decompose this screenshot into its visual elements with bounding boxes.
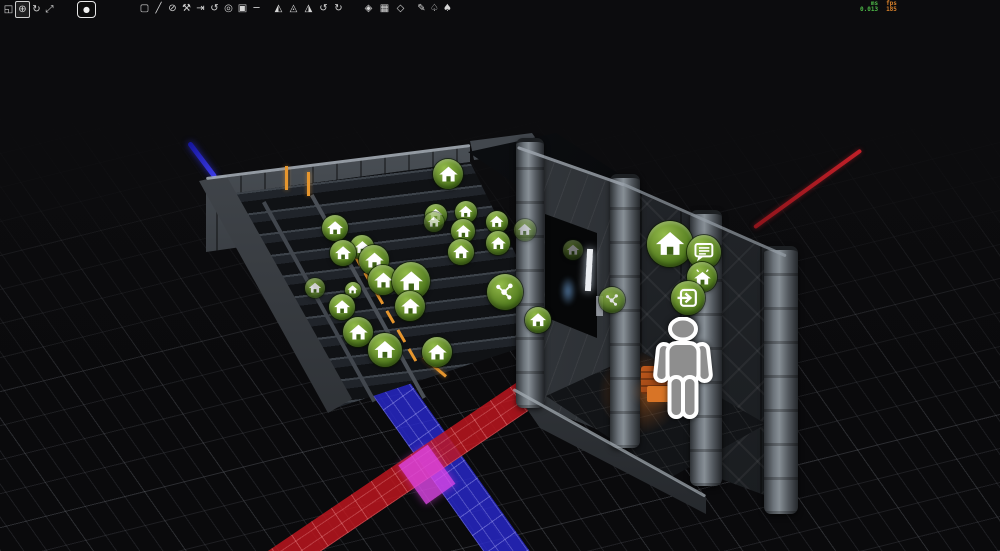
repair-tool-button[interactable]: ⚒ [180, 1, 193, 16]
performance-stats: ms 0.013 fps 185 [860, 1, 897, 13]
top-toolbar: ◱ ⊕ ↻ ⤢ ● ▢ ╱ ⊘ ⚒ ⇥ ↺ ◎ ▣ ─ ◭ ◬ ◮ ↺ ↻ ◈ ▦ ◇ ✎ ♤ ♠ [0, 0, 1000, 18]
home-marker[interactable] [486, 231, 510, 255]
home-marker[interactable] [514, 219, 536, 241]
network-marker[interactable] [599, 287, 625, 313]
home-marker[interactable] [448, 239, 474, 265]
mirror-z-button[interactable]: ◮ [302, 1, 315, 16]
move-tool-button[interactable]: ⊕ [15, 1, 30, 18]
file-tool-group: ▢ ╱ ⊘ ⚒ ⇥ ↺ ◎ ▣ ─ [138, 1, 263, 16]
new-blueprint-button[interactable]: ▢ [138, 1, 151, 16]
home-marker[interactable] [647, 221, 693, 267]
show-blocks-button[interactable]: ◈ [362, 1, 375, 16]
home-marker[interactable] [433, 159, 463, 189]
home-marker[interactable] [424, 212, 444, 232]
home-marker[interactable] [329, 294, 355, 320]
fps-value: 185 [886, 6, 897, 13]
show-wireframe-button[interactable]: ◇ [394, 1, 407, 16]
symmetry-tool-group: ◭ ◬ ◮ ↺ ↻ [272, 1, 345, 16]
home-marker[interactable] [525, 307, 551, 333]
home-marker[interactable] [330, 240, 356, 266]
home-marker[interactable] [563, 240, 583, 260]
home-marker[interactable] [422, 337, 452, 367]
marker-layer [0, 0, 1000, 551]
home-marker[interactable] [395, 291, 425, 321]
history-button[interactable]: ◎ [222, 1, 235, 16]
view-tool-group: ◈ ▦ ◇ [362, 1, 407, 16]
blueprint-viewport[interactable]: ◱ ⊕ ↻ ⤢ ● ▢ ╱ ⊘ ⚒ ⇥ ↺ ◎ ▣ ─ ◭ ◬ ◮ ↺ ↻ ◈ ▦ ◇ ✎ ♤ ♠ ms 0.013 … [0, 0, 1000, 551]
player-spawn-figure[interactable] [650, 316, 716, 423]
copy-button[interactable]: ▣ [236, 1, 249, 16]
rotate-ccw-button[interactable]: ↺ [317, 1, 330, 16]
home-marker[interactable] [368, 333, 402, 367]
show-grid-button[interactable]: ▦ [378, 1, 391, 16]
rotate-cw-button[interactable]: ↻ [332, 1, 345, 16]
paint-outline-button[interactable]: ♤ [428, 1, 441, 16]
pick-color-button[interactable]: ✎ [415, 1, 428, 16]
undo-button[interactable]: ↺ [208, 1, 221, 16]
home-marker[interactable] [486, 211, 508, 233]
paint-fill-button[interactable]: ♠ [441, 1, 454, 16]
transform-tool-group: ◱ ⊕ ↻ ⤢ [2, 1, 56, 18]
exit-marker[interactable] [671, 281, 705, 315]
paint-tool-group: ✎ ♤ ♠ [415, 1, 454, 16]
network-marker[interactable] [487, 274, 523, 310]
collapse-toolbar-button[interactable]: ─ [250, 1, 263, 16]
brush-shape-glyph: ● [83, 5, 90, 14]
brush-shape-button[interactable]: ● [77, 1, 96, 18]
sim-time-stat: ms 0.013 [860, 1, 878, 13]
import-tool-button[interactable]: ⇥ [194, 1, 207, 16]
mirror-x-button[interactable]: ◭ [272, 1, 285, 16]
home-marker[interactable] [322, 215, 348, 241]
rotate-tool-button[interactable]: ↻ [30, 2, 43, 17]
fps-stat: fps 185 [886, 1, 897, 13]
scale-tool-button[interactable]: ⤢ [43, 2, 56, 17]
erase-tool-button[interactable]: ⊘ [166, 1, 179, 16]
sim-time-value: 0.013 [860, 6, 879, 13]
person-icon [653, 316, 713, 419]
home-marker[interactable] [305, 278, 325, 298]
select-tool-button[interactable]: ◱ [2, 2, 15, 17]
line-tool-button[interactable]: ╱ [152, 1, 165, 16]
mirror-y-button[interactable]: ◬ [287, 1, 300, 16]
